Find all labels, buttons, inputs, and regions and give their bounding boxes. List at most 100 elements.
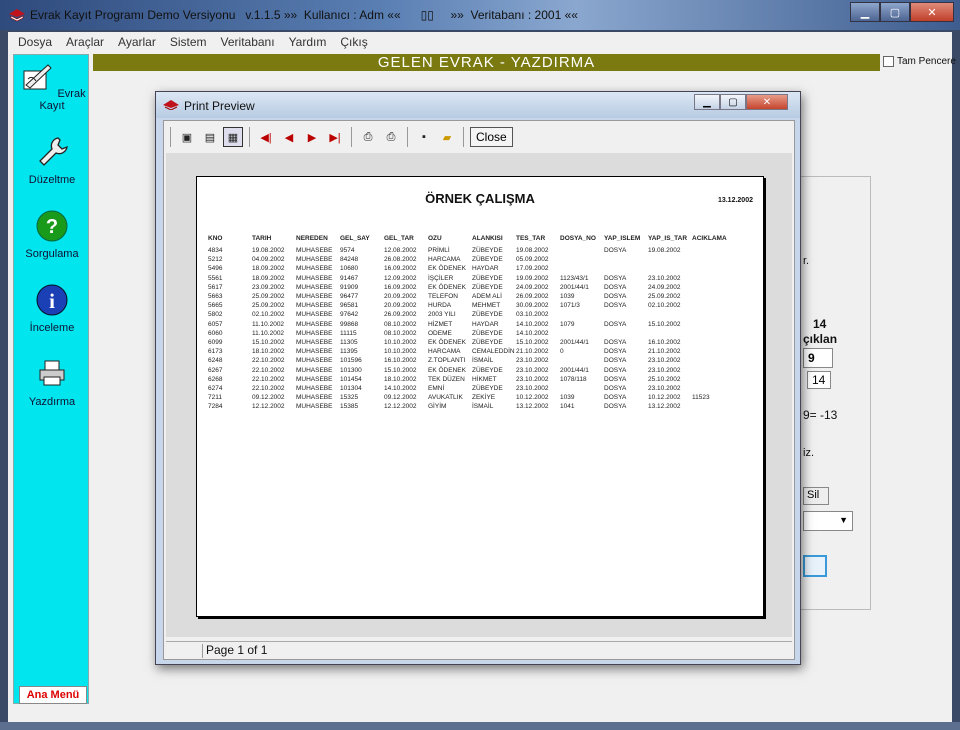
ana-menu-button[interactable]: Ana Menü: [19, 686, 87, 704]
minimize-button[interactable]: ▁: [850, 2, 880, 22]
column-header: YAP_IS_TAR: [648, 235, 688, 242]
table-cell: 101454: [340, 375, 362, 383]
zoom-100-button[interactable]: ▦: [223, 127, 243, 147]
menu-veritabani[interactable]: Veritabanı: [221, 35, 275, 49]
table-cell: EK ÖDENEK: [428, 265, 466, 273]
bg-button[interactable]: [803, 555, 827, 577]
print-preview-toolbar: ▣ ▤ ▦ ◀| ◀ ▶ ▶| ⎙ ⎙ ▪ ▰ Close: [167, 125, 513, 149]
svg-text:i: i: [49, 289, 55, 313]
bg-dropdown[interactable]: ▼: [803, 511, 853, 531]
sidebar-item-label: Düzeltme: [28, 174, 76, 186]
menu-ayarlar[interactable]: Ayarlar: [118, 35, 156, 49]
table-cell: 25.09.2002: [252, 302, 285, 310]
print-preview-titlebar: Print Preview ▁ ▢ ✕: [156, 92, 800, 118]
table-cell: 18.09.2002: [252, 265, 285, 273]
table-cell: MUHASEBE: [296, 338, 333, 346]
bg-label-ciklan: çıklan: [803, 332, 838, 346]
table-cell: 7211: [208, 394, 222, 402]
sidebar-item-sorgulama[interactable]: ? Sorgulama: [14, 209, 90, 260]
table-cell: 6060: [208, 329, 223, 337]
sil-button[interactable]: Sil: [803, 487, 829, 505]
table-cell: [692, 329, 742, 338]
table-cell: MUHASEBE: [296, 394, 333, 402]
minimize-icon: ▁: [703, 96, 711, 108]
save-button[interactable]: ▪: [414, 127, 434, 147]
report-header-row: KNO TARIH NEREDEN GEL_SAY GEL_TAR OZU ALANKISI…: [208, 235, 742, 246]
table-cell: [692, 347, 742, 356]
table-row: 6173 18.10.2002 MUHASEBE 11395 10.10.2002 HAR…: [208, 347, 742, 356]
table-cell: ZÜBEYDE: [472, 283, 503, 291]
menu-araclar[interactable]: Araçlar: [66, 35, 104, 49]
table-cell: 23.10.2002: [516, 384, 549, 392]
table-cell: MUHASEBE: [296, 247, 333, 255]
table-cell: 26.09.2002: [384, 311, 417, 319]
sidebar-item-duzeltme[interactable]: Düzeltme: [14, 135, 90, 186]
status-bar: Page 1 of 1: [166, 641, 792, 659]
bg-number-14: 14: [813, 317, 827, 331]
table-cell: 09.12.2002: [252, 394, 285, 402]
bg-field-9[interactable]: 9: [803, 348, 833, 368]
table-row: 6274 22.10.2002 MUHASEBE 101304 14.10.2002 EM…: [208, 384, 742, 393]
pp-close-button[interactable]: ✕: [746, 94, 788, 110]
table-cell: 22.10.2002: [252, 384, 285, 392]
table-row: 6099 15.10.2002 MUHASEBE 11305 10.10.2002 EK …: [208, 338, 742, 347]
bg-field-14[interactable]: 14: [807, 371, 831, 389]
sidebar-item-yazdirma[interactable]: Yazdırma: [14, 357, 90, 408]
table-cell: MUHASEBE: [296, 384, 333, 392]
table-row: 4834 19.08.2002 MUHASEBE 9574 12.08.2002 PRİM…: [208, 246, 742, 255]
table-cell: 96477: [340, 293, 359, 301]
prev-page-icon: ◀: [284, 131, 294, 144]
table-cell: GİYİM: [428, 403, 447, 411]
menu-cikis[interactable]: Çıkış: [340, 35, 367, 49]
table-cell: MUHASEBE: [296, 311, 333, 319]
print-preview-body: ▣ ▤ ▦ ◀| ◀ ▶ ▶| ⎙ ⎙ ▪ ▰ Close ÖRNEK ÇALI…: [163, 120, 795, 660]
sidebar-item-evrak-kayit[interactable]: Evrak Kayıt: [14, 61, 90, 112]
table-cell: 19.08.2002: [648, 247, 681, 255]
table-cell: [692, 283, 742, 292]
table-cell: 5212: [208, 256, 223, 264]
next-page-button[interactable]: ▶: [302, 127, 322, 147]
menu-sistem[interactable]: Sistem: [170, 35, 207, 49]
last-page-button[interactable]: ▶|: [325, 127, 345, 147]
table-cell: 02.10.2002: [648, 302, 681, 310]
page-width-button[interactable]: ▤: [200, 127, 220, 147]
table-cell: 16.09.2002: [384, 265, 417, 273]
table-cell: [692, 365, 742, 374]
table-cell: 2003 YILI: [428, 311, 456, 319]
pp-minimize-button[interactable]: ▁: [694, 94, 720, 110]
menu-bar: Dosya Araçlar Ayarlar Sistem Veritabanı …: [8, 32, 952, 52]
fullscreen-checkbox[interactable]: Tam Pencere: [883, 56, 956, 67]
table-cell: 5665: [208, 302, 223, 310]
print-button[interactable]: ⎙: [381, 127, 401, 147]
question-icon: ?: [36, 210, 68, 242]
table-cell: 91467: [340, 274, 359, 282]
checkbox-box[interactable]: [883, 56, 894, 67]
table-cell: [692, 255, 742, 264]
menu-yardim[interactable]: Yardım: [289, 35, 327, 49]
table-cell: DOSYA: [604, 366, 627, 374]
close-preview-button[interactable]: Close: [470, 127, 513, 147]
close-button[interactable]: ✕: [910, 2, 954, 22]
print-setup-button[interactable]: ⎙: [358, 127, 378, 147]
bg-text-r: r.: [803, 255, 810, 267]
report-page: ÖRNEK ÇALIŞMA 13.12.2002 KNO TARIH NEREDEN…: [196, 176, 764, 617]
maximize-button[interactable]: ▢: [880, 2, 910, 22]
menu-dosya[interactable]: Dosya: [18, 35, 52, 49]
whole-page-button[interactable]: ▣: [177, 127, 197, 147]
printer-icon: [39, 360, 65, 386]
table-cell: 1079: [560, 320, 575, 328]
prev-page-button[interactable]: ◀: [279, 127, 299, 147]
preview-area[interactable]: ÖRNEK ÇALIŞMA 13.12.2002 KNO TARIH NEREDEN…: [166, 153, 792, 637]
table-cell: 23.10.2002: [648, 274, 681, 282]
table-cell: EMNİ: [428, 384, 445, 392]
open-button[interactable]: ▰: [437, 127, 457, 147]
table-cell: MUHASEBE: [296, 320, 333, 328]
first-page-button[interactable]: ◀|: [256, 127, 276, 147]
sidebar-item-inceleme[interactable]: i İnceleme: [14, 283, 90, 334]
column-header: OZU: [428, 235, 442, 242]
table-cell: EK ÖDENEK: [428, 338, 466, 346]
table-cell: 04.09.2002: [252, 256, 285, 264]
table-cell: 5802: [208, 311, 223, 319]
pp-maximize-button[interactable]: ▢: [720, 94, 746, 110]
table-cell: 2001/44/1: [560, 338, 589, 346]
